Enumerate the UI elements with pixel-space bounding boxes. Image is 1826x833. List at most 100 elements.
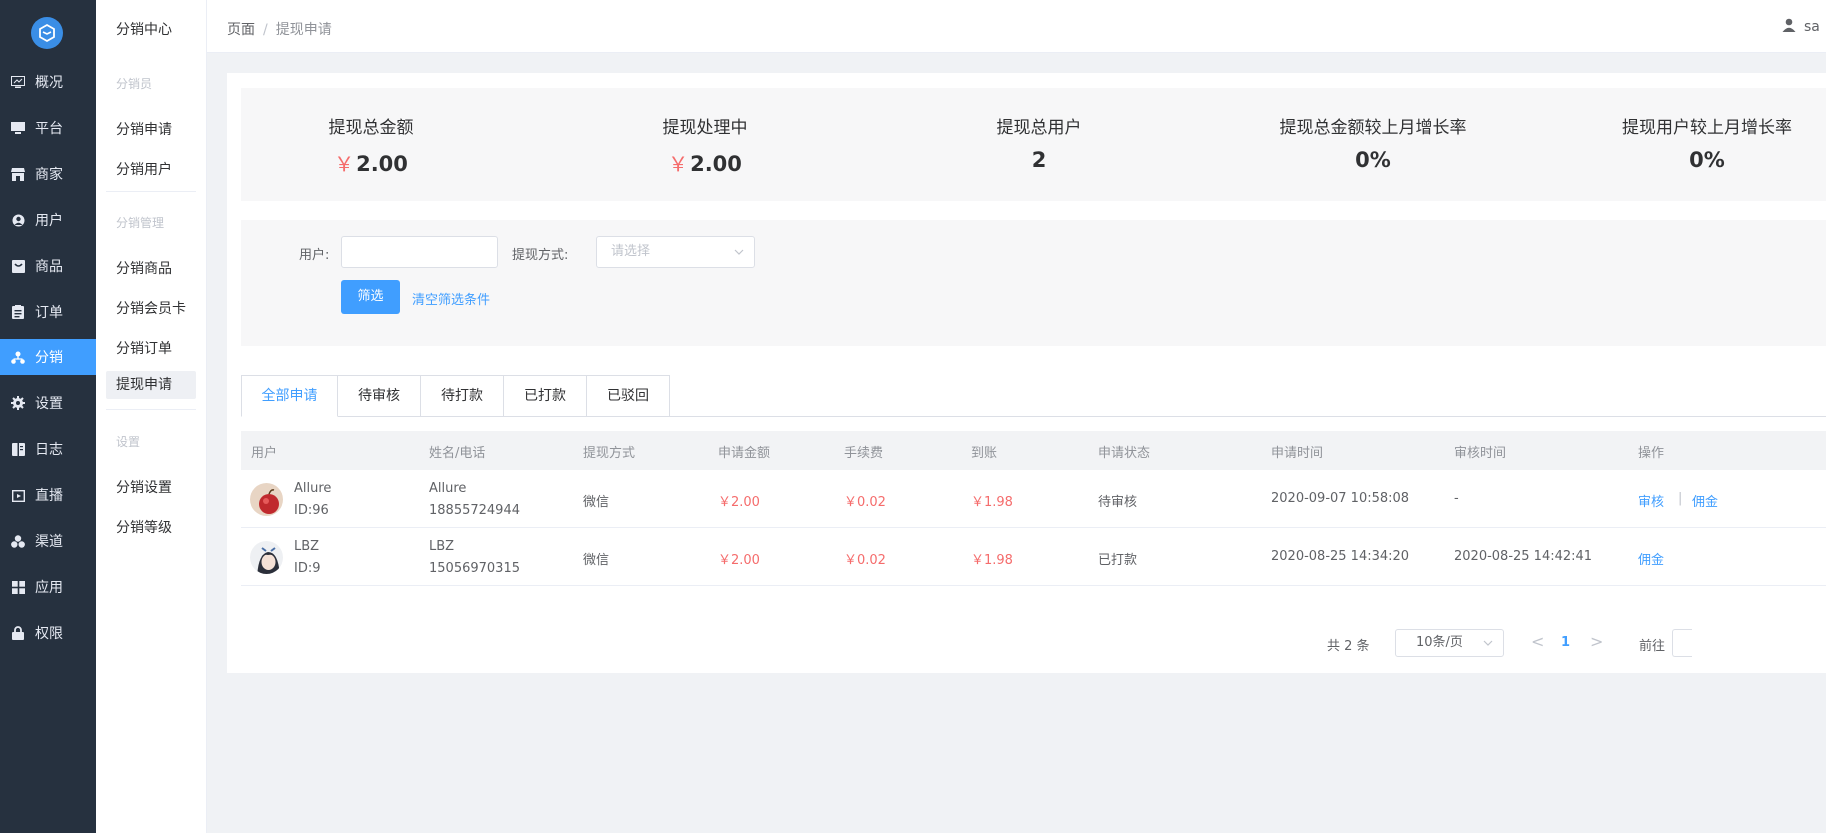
nav-item-label: 渠道 [35,534,63,550]
submenu-item-users[interactable]: 分销用户 [116,159,172,179]
submenu-item-goods[interactable]: 分销商品 [116,258,172,278]
submenu-divider [106,191,196,192]
method-select[interactable]: 请选择 [596,236,755,268]
tab-paid[interactable]: 已打款 [504,375,587,417]
next-page-button[interactable]: > [1590,632,1603,651]
nav-item-label: 平台 [35,121,63,137]
user-menu[interactable]: sa [1782,18,1820,36]
column-header: 申请时间 [1271,446,1324,461]
submenu-group-title: 分销管理 [116,216,165,230]
apply-time: 2020-08-25 14:34:20 [1271,549,1410,564]
apply-status: 已打款 [1098,553,1138,568]
column-header: 提现方式 [583,446,636,461]
pagination: 共 2 条 10条/页 < 1 > 前往 [241,628,1826,658]
table-header: 用户 姓名/电话 提现方式 申请金额 手续费 到账 申请状态 申请时间 审核时间… [241,431,1826,470]
review-link[interactable]: 审核 [1638,491,1664,510]
real-name: Allure [429,481,467,496]
nav-item-label: 商品 [35,259,63,275]
stat-value: ￥2.00 [565,148,845,177]
commission-link[interactable]: 佣金 [1692,491,1718,510]
distribution-icon [11,350,25,364]
user-filter-input[interactable] [341,236,498,268]
submenu-item-levels[interactable]: 分销等级 [116,517,172,537]
submenu-item-withdrawal[interactable]: 提现申请 [106,371,196,399]
nav-item-merchant[interactable]: 商家 [0,156,96,192]
stat-value: ￥2.00 [231,148,511,177]
user-icon [11,213,25,227]
audit-time: 2020-08-25 14:42:41 [1454,549,1593,564]
nav-item-label: 用户 [35,213,63,229]
nav-item-log[interactable]: 日志 [0,431,96,467]
stat-label: 提现总金额 [328,118,414,138]
column-header: 申请金额 [718,446,771,461]
stat-number: 2.00 [690,152,742,176]
nav-item-permission[interactable]: 权限 [0,615,96,651]
method-filter-label: 提现方式: [512,248,569,263]
stat-processing-amount: 提现处理中 ￥2.00 [565,113,845,177]
page-size-value: 10条/页 [1416,635,1463,650]
breadcrumb-current: 提现申请 [275,22,332,38]
prev-page-button[interactable]: < [1531,632,1544,651]
nav-item-label: 分销 [35,350,63,366]
nav-item-settings[interactable]: 设置 [0,385,96,421]
nav-item-overview[interactable]: 概况 [0,64,96,100]
fee: ￥0.02 [844,553,886,568]
stats-panel: 提现总金额 ￥2.00 提现处理中 ￥2.00 提现总用户 2 提现总金额较上月… [241,88,1826,201]
tab-pending-payment[interactable]: 待打款 [421,375,504,417]
nav-item-label: 订单 [35,305,63,321]
commission-link[interactable]: 佣金 [1638,549,1664,568]
nav-item-platform[interactable]: 平台 [0,110,96,146]
avatar [250,541,283,574]
nav-item-label: 日志 [35,442,63,458]
dashboard-icon [11,75,25,89]
tab-all[interactable]: 全部申请 [241,375,338,417]
apps-icon [11,580,25,594]
real-name: LBZ [429,539,455,554]
breadcrumb-root[interactable]: 页面 [227,22,255,38]
clear-filter-button[interactable]: 清空筛选条件 [412,289,490,308]
user-filter-label: 用户: [299,248,330,263]
submenu-item-orders[interactable]: 分销订单 [116,338,172,358]
gear-icon [11,396,25,410]
submenu-item-member-card[interactable]: 分销会员卡 [116,298,186,318]
withdraw-method: 微信 [583,495,610,510]
page-number[interactable]: 1 [1561,635,1570,650]
filter-submit-button[interactable]: 筛选 [341,280,400,314]
received-amount: ￥1.98 [971,495,1013,510]
stat-value: 0% [1355,148,1391,172]
stat-total-amount: 提现总金额 ￥2.00 [231,113,511,177]
nav-item-apps[interactable]: 应用 [0,569,96,605]
nav-item-channel[interactable]: 渠道 [0,523,96,559]
page-size-select[interactable]: 10条/页 [1395,629,1504,657]
nav-item-label: 直播 [35,488,63,504]
goto-label: 前往 [1639,639,1666,654]
column-header: 姓名/电话 [429,446,486,461]
stat-label: 提现总金额较上月增长率 [1279,118,1467,138]
live-icon [11,488,25,502]
stat-value: 2 [1031,148,1047,172]
nav-item-order[interactable]: 订单 [0,294,96,330]
column-header: 审核时间 [1454,446,1507,461]
chevron-down-icon [1483,630,1493,666]
chevron-down-icon [734,237,744,279]
nav-item-goods[interactable]: 商品 [0,248,96,284]
submenu-item-settings[interactable]: 分销设置 [116,477,172,497]
nav-item-label: 权限 [35,626,63,642]
action-separator: | [1678,491,1683,506]
tab-pending-review[interactable]: 待审核 [338,375,421,417]
goto-page-input[interactable] [1672,629,1692,657]
nav-item-label: 商家 [35,167,63,183]
filter-panel: 用户: 提现方式: 请选择 筛选 清空筛选条件 [241,220,1826,346]
submenu-item-apply[interactable]: 分销申请 [116,119,172,139]
user-icon [1782,18,1796,36]
tab-rejected[interactable]: 已驳回 [587,375,670,417]
nav-item-label: 应用 [35,580,63,596]
stat-number: 2.00 [356,152,408,176]
logo-icon[interactable] [31,17,63,49]
monitor-icon [11,121,25,135]
column-header: 到账 [971,446,998,461]
column-header: 操作 [1638,446,1665,461]
nav-item-user[interactable]: 用户 [0,202,96,238]
nav-item-distribution[interactable]: 分销 [0,339,96,375]
nav-item-live[interactable]: 直播 [0,477,96,513]
